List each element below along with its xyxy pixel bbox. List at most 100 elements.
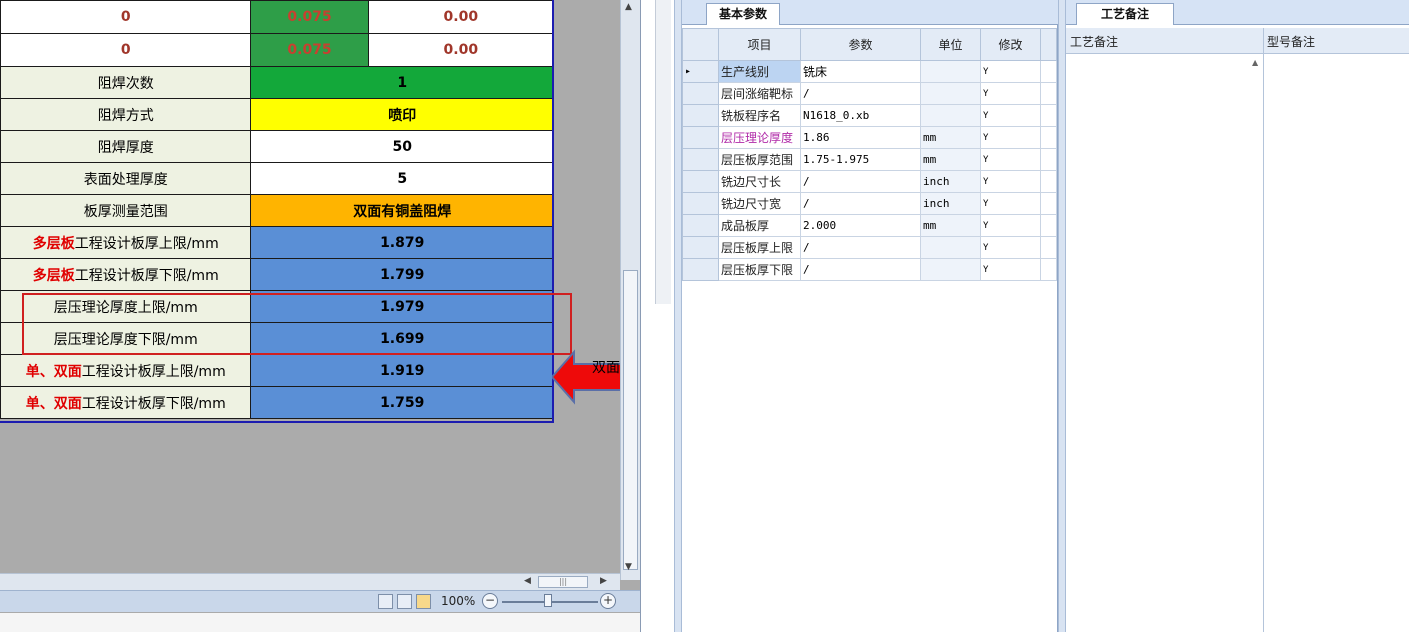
cell[interactable]: 0.00 xyxy=(367,0,555,34)
hscroll-thumb[interactable]: ||| xyxy=(538,576,588,588)
cell-item[interactable]: 层间涨缩靶标 xyxy=(718,82,801,105)
zoom-level[interactable]: 100% xyxy=(441,594,475,608)
row-label-cell[interactable]: 阻焊厚度 xyxy=(0,130,252,163)
grid-row[interactable]: 铣边尺寸宽 / inch Y xyxy=(682,192,1057,215)
column-header-unit[interactable]: 单位 xyxy=(920,28,981,61)
column-header-param[interactable]: 参数 xyxy=(800,28,921,61)
row-value-cell[interactable]: 1.879 xyxy=(250,226,554,259)
panel-splitter[interactable] xyxy=(674,0,682,632)
cell-param[interactable]: 1.75-1.975 xyxy=(800,148,921,171)
cell-unit[interactable] xyxy=(920,104,981,127)
current-row-indicator-icon[interactable]: ▸ xyxy=(682,60,719,83)
scroll-right-icon[interactable]: ▶ xyxy=(600,576,607,586)
zoom-slider-handle[interactable] xyxy=(544,594,552,607)
cell-item[interactable]: 层压板厚下限 xyxy=(718,258,801,281)
row-value-cell[interactable]: 1.919 xyxy=(250,354,554,387)
row-header[interactable] xyxy=(682,258,719,281)
cell-param[interactable]: / xyxy=(800,258,921,281)
cell-unit[interactable]: inch xyxy=(920,192,981,215)
cell-item[interactable]: 层压板厚范围 xyxy=(718,148,801,171)
scroll-up-icon[interactable]: ▲ xyxy=(625,2,632,12)
row-label-cell[interactable]: 阻焊方式 xyxy=(0,98,252,131)
grid-row[interactable]: 层压板厚上限 / Y xyxy=(682,236,1057,259)
scroll-up-icon[interactable]: ▲ xyxy=(1252,58,1258,67)
cell-unit[interactable]: mm xyxy=(920,126,981,149)
cell[interactable]: 0.00 xyxy=(367,33,555,67)
row-header[interactable] xyxy=(682,82,719,105)
grid-row[interactable]: 铣边尺寸长 / inch Y xyxy=(682,170,1057,193)
cell-edit[interactable]: Y xyxy=(980,60,1041,83)
row-value-cell[interactable]: 喷印 xyxy=(250,98,554,131)
scroll-thumb[interactable] xyxy=(623,270,638,570)
row-value-cell[interactable]: 50 xyxy=(250,130,554,163)
column-header-edit[interactable]: 修改 xyxy=(980,28,1041,61)
row-label-cell[interactable]: 单、双面工程设计板厚下限/mm xyxy=(0,386,252,419)
row-header[interactable] xyxy=(682,192,719,215)
row-label-cell[interactable]: 表面处理厚度 xyxy=(0,162,252,195)
row-label-cell[interactable]: 多层板工程设计板厚上限/mm xyxy=(0,226,252,259)
horizontal-scrollbar[interactable]: ◀ ||| ▶ xyxy=(0,573,620,590)
cell-param[interactable]: 2.000 xyxy=(800,214,921,237)
cell-param[interactable]: / xyxy=(800,82,921,105)
row-header[interactable] xyxy=(682,236,719,259)
scroll-down-icon[interactable]: ▼ xyxy=(625,562,632,572)
grid-row[interactable]: 层压理论厚度 1.86 mm Y xyxy=(682,126,1057,149)
cell-edit[interactable]: Y xyxy=(980,236,1041,259)
cell-unit[interactable] xyxy=(920,60,981,83)
cell-unit[interactable] xyxy=(920,82,981,105)
cell-param[interactable]: / xyxy=(800,192,921,215)
scroll-left-icon[interactable]: ◀ xyxy=(524,576,531,586)
row-value-cell[interactable]: 双面有铜盖阻焊 xyxy=(250,194,554,227)
cell-param[interactable]: / xyxy=(800,236,921,259)
cell[interactable]: 0.075 xyxy=(250,0,369,34)
narrow-scrollbar[interactable] xyxy=(655,0,671,304)
cell-item[interactable]: 铣边尺寸宽 xyxy=(718,192,801,215)
row-header[interactable] xyxy=(682,148,719,171)
cell-unit[interactable]: mm xyxy=(920,214,981,237)
column-header-model-notes[interactable]: 型号备注 xyxy=(1267,33,1315,50)
row-label-cell[interactable]: 多层板工程设计板厚下限/mm xyxy=(0,258,252,291)
panel-splitter[interactable] xyxy=(1058,0,1066,632)
tab-basic-params[interactable]: 基本参数 xyxy=(706,3,781,25)
grid-row[interactable]: 铣板程序名 N1618_0.xb Y xyxy=(682,104,1057,127)
cell-item[interactable]: 层压板厚上限 xyxy=(718,236,801,259)
cell-unit[interactable]: mm xyxy=(920,148,981,171)
cell-item[interactable]: 成品板厚 xyxy=(718,214,801,237)
cell-edit[interactable]: Y xyxy=(980,192,1041,215)
cell-item[interactable]: 铣边尺寸长 xyxy=(718,170,801,193)
cell-unit[interactable]: inch xyxy=(920,170,981,193)
cell-edit[interactable]: Y xyxy=(980,82,1041,105)
row-label-cell[interactable]: 单、双面工程设计板厚上限/mm xyxy=(0,354,252,387)
grid-row[interactable]: ▸ 生产线别 铣床 Y xyxy=(682,60,1057,83)
row-value-cell[interactable]: 1.799 xyxy=(250,258,554,291)
zoom-in-icon[interactable]: + xyxy=(600,593,616,609)
cell-param[interactable]: N1618_0.xb xyxy=(800,104,921,127)
row-value-cell[interactable]: 5 xyxy=(250,162,554,195)
cell-edit[interactable]: Y xyxy=(980,148,1041,171)
zoom-out-icon[interactable]: − xyxy=(482,593,498,609)
row-header[interactable] xyxy=(682,126,719,149)
cell-unit[interactable] xyxy=(920,236,981,259)
cell-item[interactable]: 层压理论厚度 xyxy=(718,126,801,149)
row-label-cell[interactable]: 阻焊次数 xyxy=(0,66,252,99)
cell-param[interactable]: 铣床 xyxy=(800,60,921,83)
cell-param[interactable]: 1.86 xyxy=(800,126,921,149)
page-layout-view-icon[interactable] xyxy=(397,594,412,609)
cell-item[interactable]: 生产线别 xyxy=(718,60,801,83)
cell[interactable]: 0 xyxy=(0,0,252,34)
row-value-cell[interactable]: 1.759 xyxy=(250,386,554,419)
vertical-scrollbar[interactable]: ▲ ▼ xyxy=(620,0,640,580)
normal-view-icon[interactable] xyxy=(378,594,393,609)
tab-process-notes[interactable]: 工艺备注 xyxy=(1076,3,1175,25)
grid-row[interactable]: 层压板厚范围 1.75-1.975 mm Y xyxy=(682,148,1057,171)
cell-item[interactable]: 铣板程序名 xyxy=(718,104,801,127)
cell-param[interactable]: / xyxy=(800,170,921,193)
cell-edit[interactable]: Y xyxy=(980,258,1041,281)
row-header[interactable] xyxy=(682,104,719,127)
cell-edit[interactable]: Y xyxy=(980,104,1041,127)
column-header-process-notes[interactable]: 工艺备注 xyxy=(1070,33,1118,50)
column-header-item[interactable]: 项目 xyxy=(718,28,801,61)
cell-edit[interactable]: Y xyxy=(980,126,1041,149)
cell-edit[interactable]: Y xyxy=(980,214,1041,237)
row-header[interactable] xyxy=(682,214,719,237)
